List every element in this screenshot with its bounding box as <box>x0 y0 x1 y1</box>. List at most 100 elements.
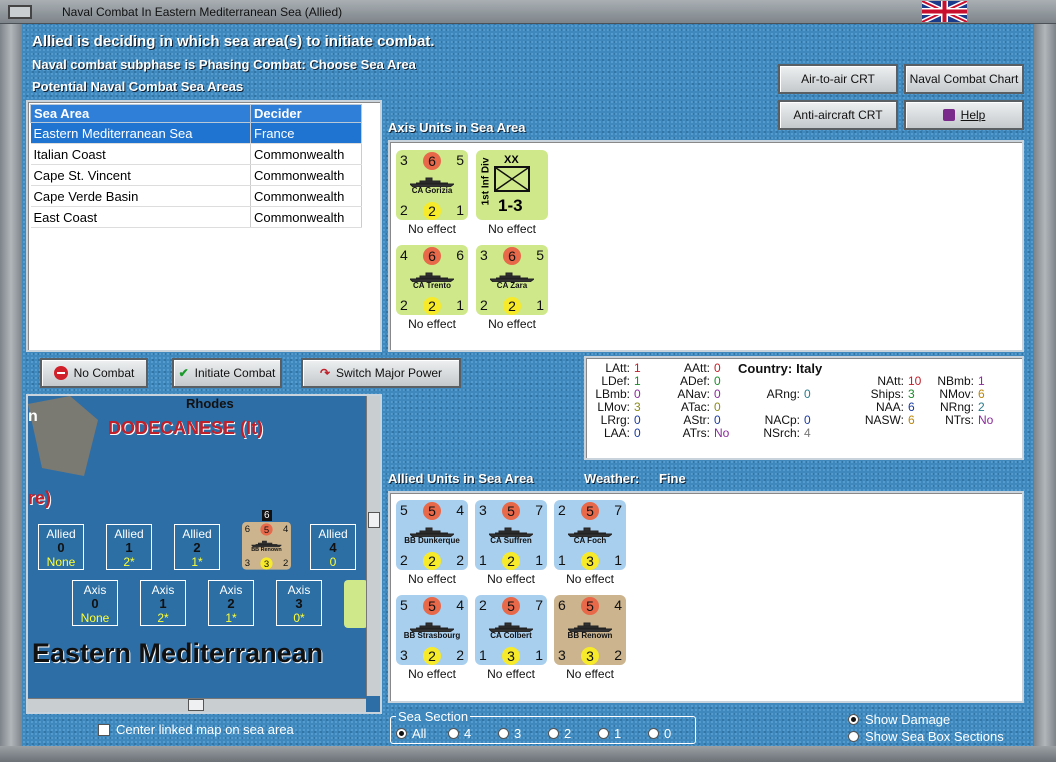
stat-adef: ADef: 0 <box>670 374 721 388</box>
unit-stat-bl: 3 <box>400 647 408 663</box>
unit-stat-bl: 3 <box>244 557 251 569</box>
sea-area-cell: Cape St. Vincent <box>30 164 251 186</box>
attack-factor-circle: 5 <box>423 597 441 615</box>
effect-label: No effect <box>487 572 535 586</box>
radio-button[interactable] <box>498 728 509 739</box>
unit-counter[interactable]: 3 5 2 1 6 2 CA Gorizia <box>396 150 468 220</box>
stat-atac: ATac: 0 <box>670 400 721 414</box>
unit-stat-br: 1 <box>536 297 544 313</box>
warship-icon <box>566 524 614 538</box>
sea-area-column-header[interactable]: Sea Area <box>30 104 251 123</box>
checkbox-box[interactable] <box>98 723 110 736</box>
sea-section-option[interactable]: 2 <box>548 726 571 741</box>
warship-icon <box>408 269 456 283</box>
unit-counter[interactable]: 3 5 2 1 6 2 CA Zara <box>476 245 548 315</box>
stat-lrrg: LRrg: 0 <box>590 413 641 427</box>
no-entry-icon <box>53 366 68 380</box>
center-map-checkbox[interactable]: Center linked map on sea area <box>98 722 294 737</box>
air-to-air-crt-button[interactable]: Air-to-air CRT <box>778 64 898 94</box>
unit-counter[interactable]: 3 7 1 1 5 2 CA Suffren <box>475 500 547 570</box>
warship-icon <box>487 619 535 633</box>
unit-counter[interactable]: 5 4 2 2 5 2 BB Dunkerque <box>396 500 468 570</box>
uk-flag-icon <box>922 1 967 22</box>
decider-column-header[interactable]: Decider <box>250 104 362 123</box>
switch-major-power-button[interactable]: ↷ Switch Major Power <box>301 358 461 388</box>
sea-section-option[interactable]: 1 <box>598 726 621 741</box>
sea-section-option[interactable]: All <box>396 726 426 741</box>
defense-factor-circle: 2 <box>502 552 520 570</box>
table-row[interactable]: Italian Coast Commonwealth <box>30 143 362 165</box>
sea-section-option[interactable]: 0 <box>648 726 671 741</box>
warship-icon <box>408 174 456 188</box>
partial-unit-counter[interactable] <box>344 580 368 628</box>
box-number: 3 <box>295 596 303 611</box>
unit-stat-tl: 2 <box>558 502 566 518</box>
axis-units-heading: Axis Units in Sea Area <box>388 120 526 135</box>
radio-button[interactable] <box>448 728 459 739</box>
linked-map[interactable]: Rhodes n DODECANESE (It) re) Allied 0 None… <box>26 394 382 714</box>
horizontal-scroll-thumb[interactable] <box>188 699 204 711</box>
stat-label: NBmb: <box>937 374 974 388</box>
unit-counter[interactable]: 2 7 1 1 5 3 CA Colbert <box>475 595 547 665</box>
naval-combat-chart-button[interactable]: Naval Combat Chart <box>904 64 1024 94</box>
radio-button[interactable] <box>548 728 559 739</box>
allied-sea-box[interactable]: Allied 4 0 <box>310 524 356 570</box>
table-row[interactable]: East Coast Commonwealth <box>30 206 362 228</box>
radio-button[interactable] <box>848 731 859 742</box>
stat-nsrch: NSrch: 4 <box>754 426 810 440</box>
table-row[interactable]: Cape Verde Basin Commonwealth <box>30 185 362 207</box>
radio-button[interactable] <box>848 714 859 725</box>
vertical-scroll-thumb[interactable] <box>368 512 380 528</box>
stat-value: 0 <box>714 361 721 375</box>
sea-section-option[interactable]: 4 <box>448 726 471 741</box>
axis-sea-box[interactable]: Axis 3 0* <box>276 580 322 626</box>
unit-counter[interactable]: 2 7 1 1 5 3 CA Foch <box>554 500 626 570</box>
system-menu-button[interactable] <box>8 5 32 19</box>
unit-name: BB Renown <box>567 631 613 640</box>
unit-stat-bl: 1 <box>479 647 487 663</box>
unit-name: 1st Inf Div <box>480 157 492 206</box>
show-damage-option[interactable]: Show Damage <box>848 712 950 727</box>
unit-counter[interactable]: 6 4 3 2 5 3 BB Renown <box>554 595 626 665</box>
stat-label: NAtt: <box>877 374 904 388</box>
unit-stat-tl: 3 <box>480 247 488 263</box>
stat-value: 0 <box>714 413 721 427</box>
allied-sea-box[interactable]: Allied 1 2* <box>106 524 152 570</box>
no-combat-button[interactable]: No Combat <box>40 358 148 388</box>
radio-button[interactable] <box>598 728 609 739</box>
axis-sea-box[interactable]: Axis 2 1* <box>208 580 254 626</box>
allied-sea-box[interactable]: Allied 2 1* <box>174 524 220 570</box>
table-row[interactable]: Eastern Mediterranean Sea France <box>30 122 362 144</box>
unit-counter[interactable]: 5 4 3 2 5 2 BB Strasbourg <box>396 595 468 665</box>
axis-sea-box[interactable]: Axis 1 2* <box>140 580 186 626</box>
axis-sea-box[interactable]: Axis 0 None <box>72 580 118 626</box>
switch-arrow-icon: ↷ <box>319 366 331 380</box>
unit-counter[interactable]: 4 6 2 1 6 2 CA Trento <box>396 245 468 315</box>
radio-button[interactable] <box>396 728 407 739</box>
anti-aircraft-crt-button[interactable]: Anti-aircraft CRT <box>778 100 898 130</box>
help-button[interactable]: Help <box>904 100 1024 130</box>
allied-sea-box[interactable]: Allied 0 None <box>38 524 84 570</box>
stat-label: LAA: <box>603 426 630 440</box>
table-row[interactable]: Cape St. Vincent Commonwealth <box>30 164 362 186</box>
map-horizontal-scrollbar[interactable] <box>28 698 366 712</box>
box-value: 2* <box>123 555 135 569</box>
option-label: 3 <box>514 726 522 741</box>
unit-stat-tr: 4 <box>456 502 464 518</box>
unit-stat-bl: 2 <box>400 202 408 218</box>
unit-stat-tl: 4 <box>400 247 408 263</box>
map-vertical-scrollbar[interactable] <box>366 396 380 696</box>
unit-stat-tr: 7 <box>535 502 543 518</box>
option-label: 2 <box>564 726 572 741</box>
radio-button[interactable] <box>648 728 659 739</box>
sea-section-option[interactable]: 3 <box>498 726 521 741</box>
infantry-division-counter[interactable]: XX 1st Inf Div 1-3 <box>476 150 548 220</box>
attack-factor-circle: 6 <box>423 152 441 170</box>
show-sea-box-sections-option[interactable]: Show Sea Box Sections <box>848 729 1004 744</box>
unit-name: BB Dunkerque <box>404 536 460 545</box>
unit-stat-tr: 5 <box>536 247 544 263</box>
box-number: 1 <box>125 540 133 555</box>
initiate-combat-button[interactable]: ✔ Initiate Combat <box>172 358 282 388</box>
stat-value: 6 <box>908 413 915 427</box>
unit-counter[interactable]: 6 4 3 2 5 3 BB Renown <box>242 522 291 570</box>
